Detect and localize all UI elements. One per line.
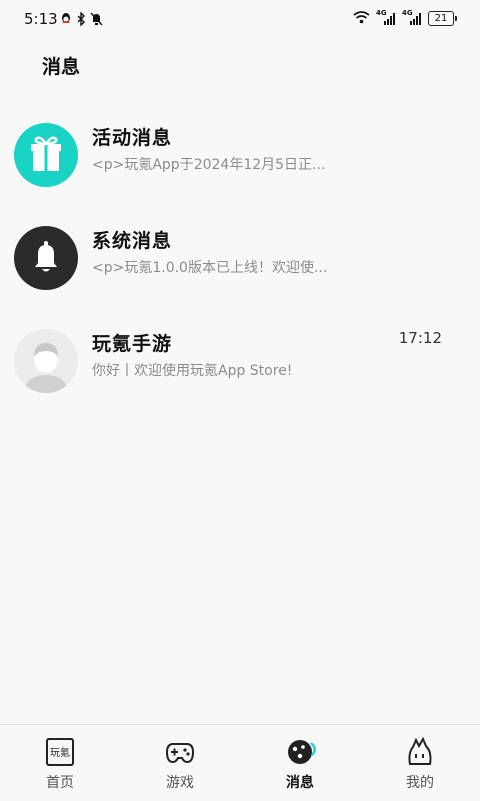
message-item-system[interactable]: 系统消息 <p>玩氪1.0.0版本已上线！欢迎使... [0, 209, 480, 309]
tab-label: 首页 [46, 775, 74, 791]
message-title: 活动消息 [92, 127, 173, 149]
message-title: 玩氪手游 [92, 333, 173, 355]
planet-message-icon [285, 737, 316, 767]
page-title: 消息 [42, 56, 81, 78]
message-title: 系统消息 [92, 230, 173, 252]
status-bar: 5:13 4G 4G 21 [0, 0, 480, 38]
home-logo-icon: 玩氪 [45, 737, 75, 767]
home-logo-text: 玩氪 [50, 748, 70, 759]
tab-messages[interactable]: 消息 [240, 725, 360, 801]
tab-label: 我的 [406, 775, 434, 791]
default-user-avatar [14, 329, 78, 393]
status-icons-right: 4G 4G 21 [353, 9, 457, 28]
mute-bell-icon [90, 11, 103, 30]
message-preview: <p>玩氪1.0.0版本已上线！欢迎使... [92, 260, 328, 276]
gamepad-icon [165, 737, 195, 767]
tab-games[interactable]: 游戏 [120, 725, 240, 801]
tab-home[interactable]: 玩氪 首页 [0, 725, 120, 801]
profile-face-icon [405, 736, 435, 767]
message-preview: 你好丨欢迎使用玩氪App Store! [92, 363, 293, 379]
gift-icon [14, 123, 78, 187]
message-preview: <p>玩氪App于2024年12月5日正... [92, 157, 326, 173]
message-item-activity[interactable]: 活动消息 <p>玩氪App于2024年12月5日正... [0, 106, 480, 206]
tab-label: 游戏 [166, 775, 194, 791]
status-time: 5:13 [24, 10, 58, 28]
qq-icon [60, 11, 72, 30]
message-item-game[interactable]: 玩氪手游 17:12 你好丨欢迎使用玩氪App Store! [0, 312, 480, 412]
signal-icon: 4G [402, 9, 422, 26]
bottom-tab-bar: 玩氪 首页 游戏 消息 我的 [0, 724, 480, 801]
message-time: 17:12 [398, 329, 442, 347]
battery-icon: 21 [428, 11, 457, 26]
tab-profile[interactable]: 我的 [360, 725, 480, 801]
tab-label: 消息 [286, 775, 314, 791]
status-icons-left [60, 11, 103, 30]
wifi-icon [353, 9, 370, 28]
signal-icon: 4G [376, 9, 396, 26]
bluetooth-icon [76, 11, 86, 30]
bell-icon [14, 226, 78, 290]
